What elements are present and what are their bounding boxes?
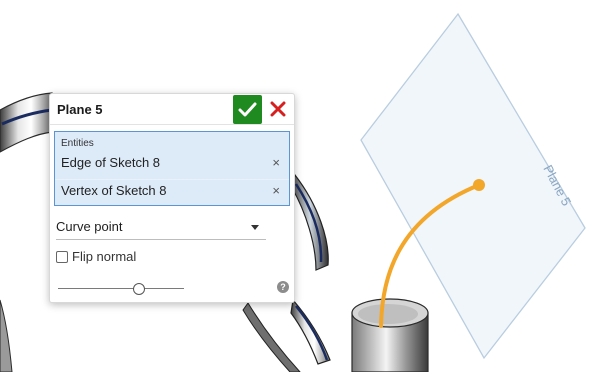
flip-normal-checkbox[interactable] xyxy=(56,251,68,263)
accept-button[interactable] xyxy=(233,95,262,124)
dialog-title: Plane 5 xyxy=(57,102,103,117)
plane-type-select[interactable]: Curve point xyxy=(56,215,266,240)
position-slider[interactable] xyxy=(58,282,184,296)
entity-item[interactable]: Vertex of Sketch 8 × xyxy=(55,179,289,202)
plane-type-value: Curve point xyxy=(56,219,123,234)
cylinder-body[interactable] xyxy=(351,298,429,373)
remove-entity-icon[interactable]: × xyxy=(272,183,280,198)
entity-label: Vertex of Sketch 8 xyxy=(61,183,167,198)
slider-thumb[interactable] xyxy=(133,283,145,295)
caret-down-icon xyxy=(251,225,259,230)
cancel-button[interactable] xyxy=(267,98,289,120)
entity-item[interactable]: Edge of Sketch 8 × xyxy=(55,152,289,174)
checkmark-icon xyxy=(238,102,257,117)
entities-label: Entities xyxy=(61,138,94,149)
dialog-header: Plane 5 xyxy=(50,94,294,125)
curve-vertex[interactable] xyxy=(473,179,485,191)
entity-label: Edge of Sketch 8 xyxy=(61,155,161,170)
flip-normal-label: Flip normal xyxy=(72,249,137,264)
entities-selection-box[interactable]: Entities Edge of Sketch 8 × Vertex of Sk… xyxy=(54,131,290,206)
slider-track xyxy=(58,288,184,289)
close-icon xyxy=(270,101,286,117)
plane-feature-dialog: Plane 5 Entities Edge of Sketch 8 × Vert… xyxy=(49,93,295,303)
help-icon[interactable]: ? xyxy=(277,281,289,293)
remove-entity-icon[interactable]: × xyxy=(272,155,280,170)
